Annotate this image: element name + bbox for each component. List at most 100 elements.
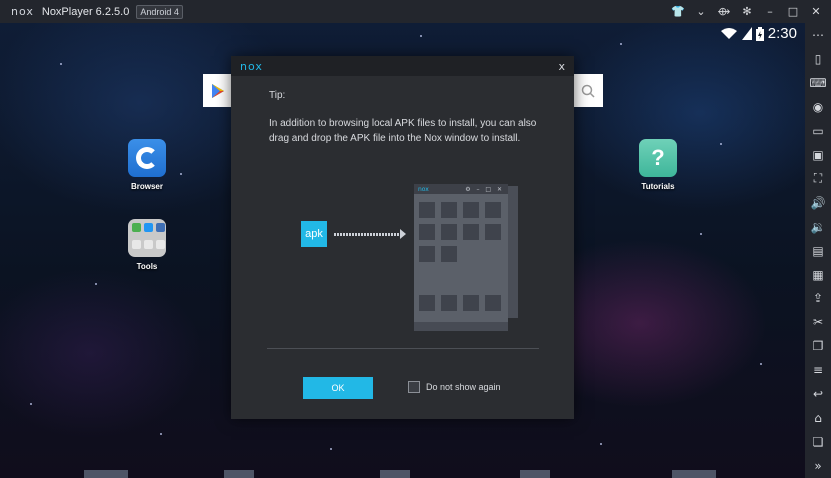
mini-app-tile: [441, 246, 457, 262]
shake-icon[interactable]: ▯: [805, 47, 831, 71]
battery-icon: [755, 26, 764, 41]
mini-app-tile: [485, 224, 501, 240]
dock-item[interactable]: [672, 470, 716, 478]
star: [420, 35, 422, 37]
mini-app-tile: [463, 202, 479, 218]
tip-title: Tip:: [269, 90, 286, 101]
mini-app-tile: [485, 202, 501, 218]
mini-app-icon: [156, 239, 165, 249]
multi-drive-icon[interactable]: ▦: [805, 263, 831, 287]
expand-icon[interactable]: »: [805, 454, 831, 478]
star: [760, 363, 762, 365]
star: [180, 173, 182, 175]
app-title: NoxPlayer 6.2.5.0: [41, 5, 130, 18]
dock-item[interactable]: [380, 470, 410, 478]
apk-file-icon: apk: [301, 221, 327, 247]
do-not-show-again-checkbox[interactable]: [408, 381, 420, 393]
maximize-icon[interactable]: □: [784, 3, 802, 21]
volume-up-icon[interactable]: 🔊: [805, 191, 831, 215]
status-bar: 2:30: [720, 25, 797, 42]
star: [700, 233, 702, 235]
mini-nox-logo: nox: [418, 185, 429, 193]
search-icon[interactable]: [573, 74, 603, 107]
mini-app-icon: [144, 239, 153, 249]
pin-icon[interactable]: ⟴: [715, 3, 733, 21]
browser-app[interactable]: Browser: [117, 139, 177, 191]
menu-icon[interactable]: ≡: [805, 358, 831, 382]
android-version-badge: Android 4: [136, 4, 183, 19]
do-not-show-again-label: Do not show again: [426, 382, 501, 392]
volume-down-icon[interactable]: 🔉: [805, 215, 831, 239]
chevron-down-icon[interactable]: ⌄: [692, 3, 710, 21]
tools-folder-icon: [128, 219, 166, 257]
do-not-show-again-option[interactable]: Do not show again: [408, 381, 501, 393]
copy-icon[interactable]: ❐: [805, 334, 831, 358]
fullscreen-icon[interactable]: ⛶: [805, 167, 831, 191]
mini-app-icon: [156, 223, 165, 232]
mini-app-tile: [441, 295, 457, 311]
mini-app-icon: [132, 239, 141, 249]
apk-install-icon[interactable]: ▣: [805, 143, 831, 167]
window-controls: 👕 ⌄ ⟴ ✻ – □ ✕: [669, 0, 825, 23]
noxplayer-window: nox NoxPlayer 6.2.5.0 Android 4 👕 ⌄ ⟴ ✻ …: [0, 0, 831, 478]
star: [60, 63, 62, 65]
tools-label: Tools: [136, 262, 158, 271]
screen-icon[interactable]: ▭: [805, 119, 831, 143]
mini-app-icon: [144, 223, 153, 232]
dialog-header: nox x: [231, 56, 574, 76]
mini-app-tile: [463, 295, 479, 311]
dock-item[interactable]: [84, 470, 128, 478]
wifi-icon: [720, 28, 737, 39]
scissors-icon[interactable]: ✂: [805, 310, 831, 334]
mini-app-tile: [419, 202, 435, 218]
star: [95, 283, 97, 285]
location-icon[interactable]: ◉: [805, 95, 831, 119]
dialog-divider: [267, 348, 539, 349]
mini-app-tile: [485, 295, 501, 311]
dock-item[interactable]: [520, 470, 550, 478]
back-icon[interactable]: ↩: [805, 382, 831, 406]
mini-window-controls: ⚙ – □ ✕: [465, 185, 504, 193]
mini-window-footer: [414, 322, 508, 331]
clock: 2:30: [767, 25, 797, 42]
star: [720, 143, 722, 145]
browser-label: Browser: [130, 182, 163, 191]
import-icon[interactable]: ⇪: [805, 286, 831, 310]
browser-icon: [128, 139, 166, 177]
mini-app-icon: [132, 223, 141, 232]
star: [330, 448, 332, 450]
play-store-icon[interactable]: [203, 74, 233, 107]
mini-window-header: nox ⚙ – □ ✕: [414, 184, 508, 194]
arrow-head-icon: [400, 229, 406, 239]
tutorials-app[interactable]: ? Tutorials: [628, 139, 688, 191]
right-toolbar: ⋯ ▯ ⌨ ◉ ▭ ▣ ⛶ 🔊 🔉 ▤ ▦ ⇪ ✂ ❐ ≡ ↩ ⌂ ❏»: [805, 23, 831, 478]
mini-app-tile: [463, 224, 479, 240]
mini-app-tile: [419, 295, 435, 311]
dialog-close-button[interactable]: x: [558, 60, 565, 73]
star: [160, 433, 162, 435]
more-icon[interactable]: ⋯: [805, 23, 831, 47]
tools-folder[interactable]: Tools: [117, 219, 177, 271]
title-bar: nox NoxPlayer 6.2.5.0 Android 4 👕 ⌄ ⟴ ✻ …: [0, 0, 831, 23]
gear-icon[interactable]: ✻: [738, 3, 756, 21]
recent-apps-icon[interactable]: ❏: [805, 430, 831, 454]
tip-body: In addition to browsing local APK files …: [269, 118, 537, 144]
keyboard-icon[interactable]: ⌨: [805, 71, 831, 95]
mini-app-tile: [441, 202, 457, 218]
tip-dialog: nox x Tip: In addition to browsing local…: [231, 56, 574, 419]
toolbox-icon[interactable]: ▤: [805, 239, 831, 263]
nox-logo: nox: [11, 5, 34, 18]
dialog-nox-logo: nox: [240, 59, 263, 73]
tutorials-label: Tutorials: [641, 182, 675, 191]
ok-button[interactable]: OK: [303, 377, 373, 399]
close-icon[interactable]: ✕: [807, 3, 825, 21]
tutorials-icon: ?: [639, 139, 677, 177]
minimize-icon[interactable]: –: [761, 3, 779, 21]
signal-icon: [741, 27, 752, 40]
star: [30, 403, 32, 405]
dock-item[interactable]: [224, 470, 254, 478]
drag-drop-illustration: apk nox ⚙ – □ ✕: [301, 184, 521, 334]
shirt-icon[interactable]: 👕: [669, 3, 687, 21]
home-icon[interactable]: ⌂: [805, 406, 831, 430]
star: [600, 443, 602, 445]
